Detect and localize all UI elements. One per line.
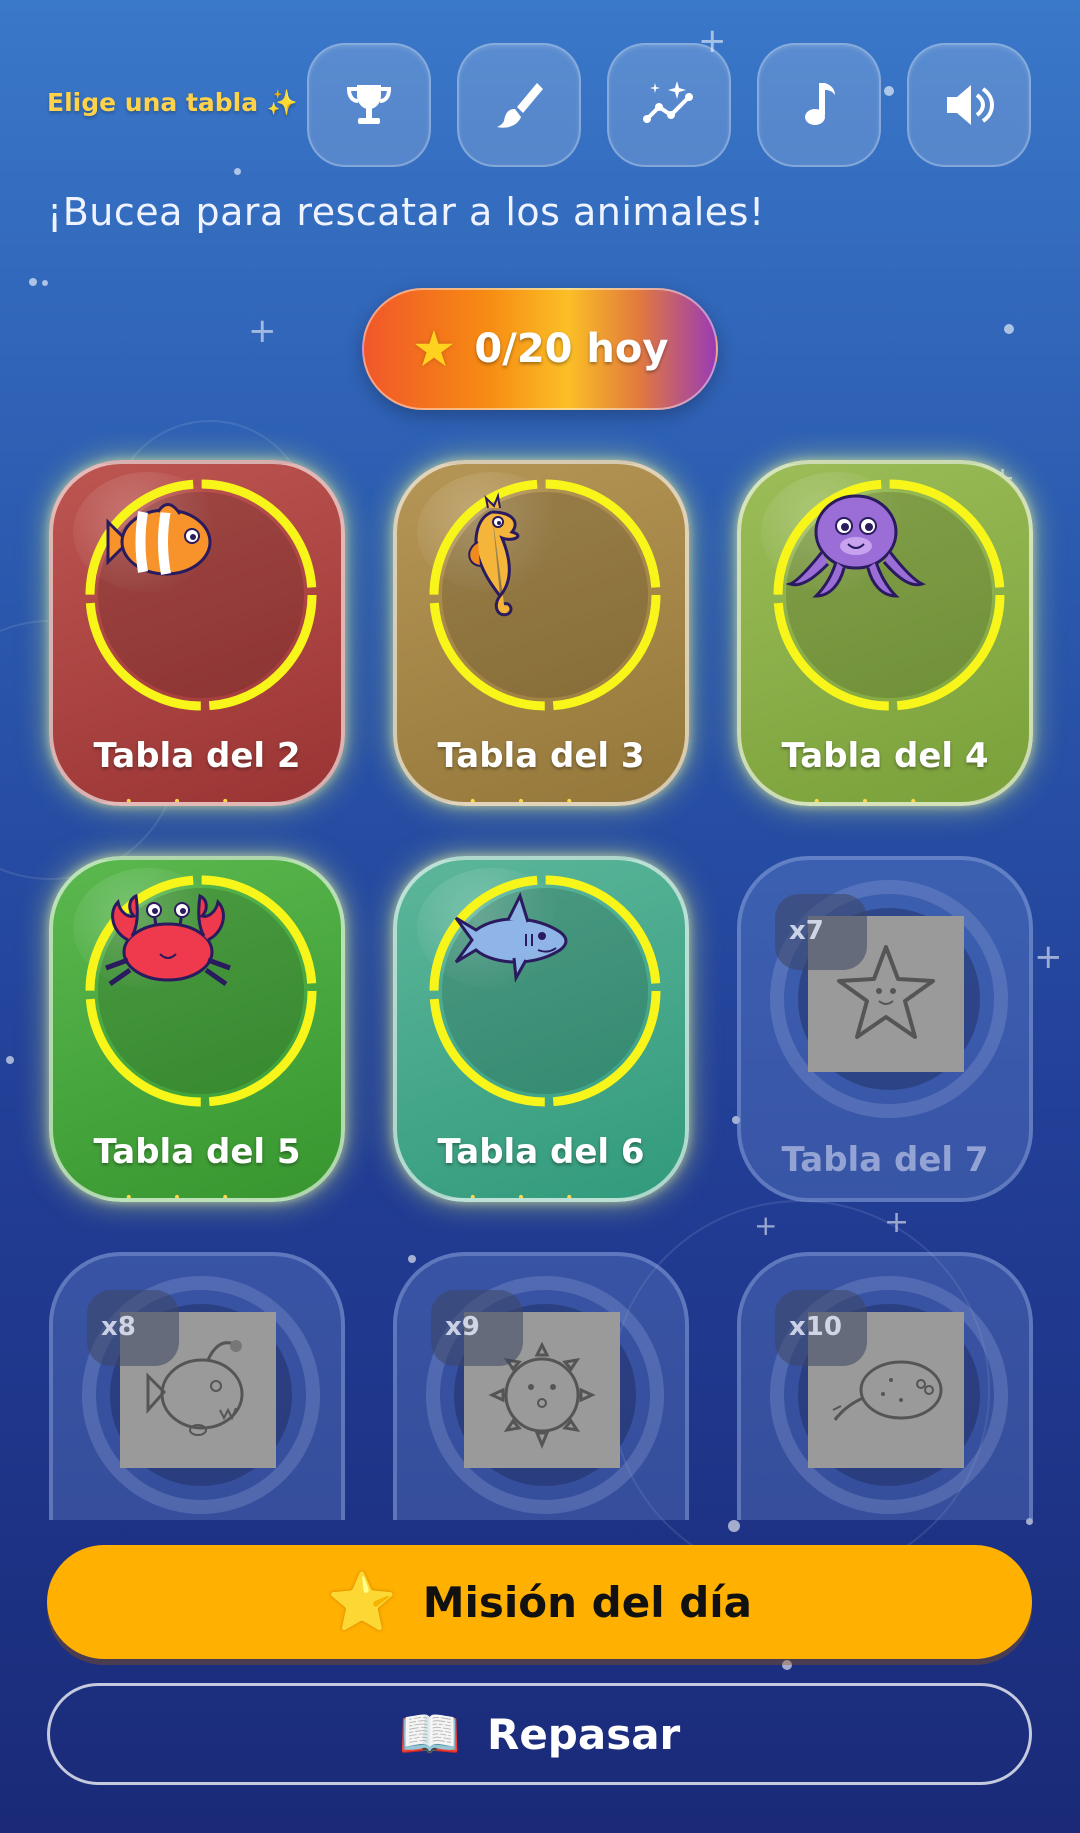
book-icon: 📖	[398, 1704, 461, 1763]
app-title: Elige una tabla ✨	[47, 88, 298, 117]
review-label: Repasar	[486, 1709, 681, 1759]
octopus-icon	[786, 494, 926, 598]
daily-progress-badge: ★ 0/20 hoy	[362, 288, 718, 410]
sound-button[interactable]	[907, 43, 1031, 167]
table-card-6[interactable]: Tabla del 6 •••	[393, 856, 689, 1202]
multiplier-badge: x7	[775, 894, 867, 970]
table-card-4[interactable]: Tabla del 4 •••	[737, 460, 1033, 806]
crab-icon	[105, 893, 231, 987]
multiplier-badge: x8	[87, 1290, 179, 1366]
daily-mission-button[interactable]: ⭐ Misión del día	[47, 1545, 1032, 1659]
sparkle-chart-button[interactable]	[607, 43, 731, 167]
multiplier-badge: x9	[431, 1290, 523, 1366]
shark-icon	[454, 891, 568, 983]
daily-progress-text: 0/20 hoy	[474, 326, 669, 372]
clownfish-icon	[106, 503, 212, 576]
music-button[interactable]	[757, 43, 881, 167]
table-card-3[interactable]: Tabla del 3 •••	[393, 460, 689, 806]
table-card-2[interactable]: Tabla del 2 •••	[49, 460, 345, 806]
progress-ring	[82, 476, 320, 714]
trophy-button[interactable]	[307, 43, 431, 167]
table-card-7-locked[interactable]: x7 Tabla del 7	[737, 856, 1033, 1202]
star-icon: ⭐	[326, 1570, 397, 1635]
table-card-label: Tabla del 3	[437, 736, 645, 776]
table-card-5[interactable]: Tabla del 5 •••	[49, 856, 345, 1202]
daily-mission-label: Misión del día	[422, 1577, 753, 1627]
page-subtitle: ¡Bucea para rescatar a los animales!	[47, 190, 765, 234]
progress-ring	[82, 872, 320, 1110]
tables-grid: Tabla del 2 ••• Tabla del 3 ••• Tabla de…	[0, 410, 1080, 1520]
progress-ring	[426, 872, 664, 1110]
star-icon: ★	[411, 320, 457, 378]
table-card-label: Tabla del 7	[781, 1140, 989, 1180]
table-card-10-locked[interactable]: x10	[737, 1252, 1033, 1520]
review-button[interactable]: 📖 Repasar	[47, 1683, 1032, 1785]
table-card-label: Tabla del 6	[437, 1132, 645, 1172]
sparkle-chart-icon	[643, 81, 693, 123]
seahorse-icon	[468, 492, 520, 617]
table-card-label: Tabla del 4	[781, 736, 989, 776]
multiplier-badge: x10	[775, 1290, 867, 1366]
table-card-8-locked[interactable]: x8	[49, 1252, 345, 1520]
speaker-icon	[947, 85, 995, 125]
table-card-label: Tabla del 5	[93, 1132, 301, 1172]
progress-ring	[426, 476, 664, 714]
table-card-9-locked[interactable]: x9	[393, 1252, 689, 1520]
table-card-label: Tabla del 2	[93, 736, 301, 776]
trophy-icon	[346, 85, 392, 124]
progress-ring	[770, 476, 1008, 714]
brush-button[interactable]	[457, 43, 581, 167]
music-note-icon	[805, 83, 835, 125]
paint-brush-icon	[497, 83, 543, 128]
